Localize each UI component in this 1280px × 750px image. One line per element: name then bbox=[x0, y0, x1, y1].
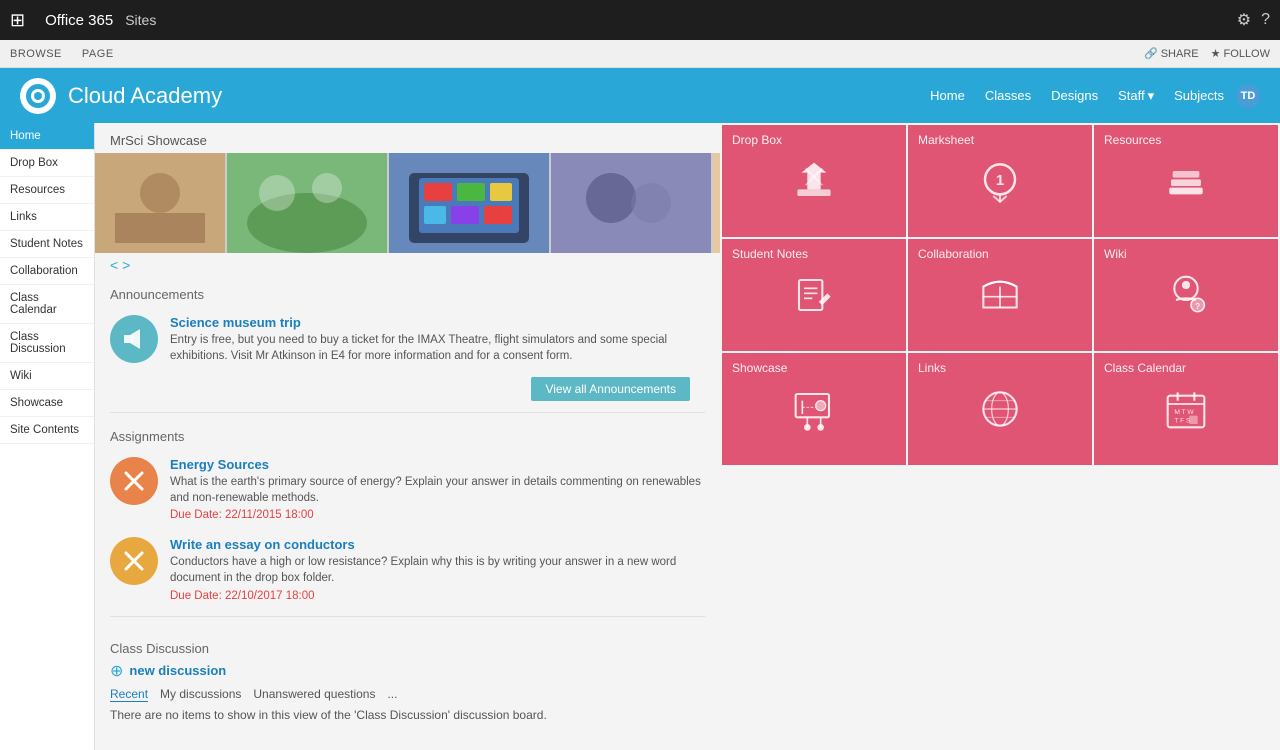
nav-avatar[interactable]: TD bbox=[1236, 84, 1260, 108]
view-all-announcements-button[interactable]: View all Announcements bbox=[531, 377, 690, 401]
right-panel: Drop Box Marksheet 1 Resources bbox=[720, 123, 1280, 750]
site-header: Cloud Academy Home Classes Designs Staff… bbox=[0, 68, 1280, 123]
tile-student-notes[interactable]: Student Notes bbox=[722, 239, 906, 351]
help-icon[interactable]: ? bbox=[1261, 11, 1270, 29]
announcement-text: Entry is free, but you need to buy a tic… bbox=[170, 332, 705, 364]
assignment-item-1: Energy Sources What is the earth's prima… bbox=[95, 449, 720, 529]
sidebar-item-wiki[interactable]: Wiki bbox=[0, 363, 94, 390]
assignment-icon-2 bbox=[110, 537, 158, 585]
carousel-nav[interactable]: < > bbox=[95, 253, 720, 277]
discussion-tab-unanswered[interactable]: Unanswered questions bbox=[253, 687, 375, 702]
ribbon-browse[interactable]: BROWSE bbox=[10, 48, 62, 60]
nav-classes[interactable]: Classes bbox=[977, 84, 1039, 107]
site-title: Cloud Academy bbox=[68, 83, 222, 109]
announcements-header: Announcements bbox=[95, 277, 720, 307]
sidebar-item-showcase[interactable]: Showcase bbox=[0, 390, 94, 417]
nav-designs[interactable]: Designs bbox=[1043, 84, 1106, 107]
assignment-content-2: Write an essay on conductors Conductors … bbox=[170, 537, 705, 601]
sidebar-item-class-calendar[interactable]: Class Calendar bbox=[0, 285, 94, 324]
sidebar-item-dropbox[interactable]: Drop Box bbox=[0, 150, 94, 177]
tile-class-calendar[interactable]: Class Calendar M T W T F S bbox=[1094, 353, 1278, 465]
tile-marksheet[interactable]: Marksheet 1 bbox=[908, 125, 1092, 237]
assignments-header: Assignments bbox=[95, 419, 720, 449]
discussion-tab-recent[interactable]: Recent bbox=[110, 687, 148, 702]
ribbon-right: 🔗 SHARE ★ FOLLOW bbox=[1144, 47, 1270, 60]
showcase-header: MrSci Showcase bbox=[95, 123, 720, 153]
top-bar-left: ⊞ Office 365 Sites bbox=[10, 10, 156, 31]
sidebar: Home Drop Box Resources Links Student No… bbox=[0, 123, 95, 750]
svg-text:M T W: M T W bbox=[1174, 409, 1194, 416]
ribbon-follow[interactable]: ★ FOLLOW bbox=[1211, 47, 1270, 60]
tile-links[interactable]: Links bbox=[908, 353, 1092, 465]
discussion-section: Class Discussion ⊕ new discussion Recent… bbox=[95, 623, 720, 730]
carousel-prev[interactable]: < bbox=[110, 257, 118, 273]
assignment-due-2: Due Date: 22/10/2017 18:00 bbox=[170, 590, 705, 602]
ribbon-share[interactable]: 🔗 SHARE bbox=[1144, 47, 1199, 60]
carousel-next[interactable]: > bbox=[122, 257, 130, 273]
office365-link[interactable]: Office 365 bbox=[45, 12, 113, 29]
settings-icon[interactable]: ⚙ bbox=[1237, 10, 1251, 30]
tile-resources[interactable]: Resources bbox=[1094, 125, 1278, 237]
nav-staff[interactable]: Staff ▾ bbox=[1110, 84, 1162, 108]
sidebar-item-student-notes[interactable]: Student Notes bbox=[0, 231, 94, 258]
sidebar-item-home[interactable]: Home bbox=[0, 123, 94, 150]
assignment-icon-1 bbox=[110, 457, 158, 505]
tile-wiki[interactable]: Wiki ? bbox=[1094, 239, 1278, 351]
discussion-tabs: Recent My discussions Unanswered questio… bbox=[110, 687, 705, 702]
main-content: MrSci Showcase bbox=[95, 123, 720, 750]
top-bar: ⊞ Office 365 Sites ⚙ ? bbox=[0, 0, 1280, 40]
assignment-text-2: Conductors have a high or low resistance… bbox=[170, 554, 705, 586]
divider1 bbox=[110, 412, 705, 413]
discussion-empty-message: There are no items to show in this view … bbox=[110, 708, 705, 722]
discussion-title-row: ⊕ new discussion bbox=[110, 661, 705, 681]
new-discussion-label[interactable]: new discussion bbox=[129, 663, 226, 678]
ribbon-page[interactable]: PAGE bbox=[82, 48, 114, 60]
assignment-title-2[interactable]: Write an essay on conductors bbox=[170, 537, 705, 552]
svg-text:T F S: T F S bbox=[1174, 417, 1191, 424]
new-discussion-add-icon[interactable]: ⊕ bbox=[110, 661, 123, 681]
sidebar-item-class-discussion[interactable]: Class Discussion bbox=[0, 324, 94, 363]
assignment-title-1[interactable]: Energy Sources bbox=[170, 457, 705, 472]
sidebar-item-site-contents[interactable]: Site Contents bbox=[0, 417, 94, 444]
site-header-left: Cloud Academy bbox=[20, 78, 222, 114]
announcement-item: Science museum trip Entry is free, but y… bbox=[95, 307, 720, 372]
nav-subjects[interactable]: Subjects bbox=[1166, 84, 1232, 107]
announcement-title[interactable]: Science museum trip bbox=[170, 315, 705, 330]
discussion-tab-more[interactable]: ... bbox=[387, 687, 397, 702]
tile-dropbox[interactable]: Drop Box bbox=[722, 125, 906, 237]
sites-link[interactable]: Sites bbox=[125, 12, 156, 28]
discussion-section-header: Class Discussion bbox=[110, 631, 705, 661]
sidebar-item-resources[interactable]: Resources bbox=[0, 177, 94, 204]
sidebar-item-collaboration[interactable]: Collaboration bbox=[0, 258, 94, 285]
showcase-carousel[interactable]: "I am not pretty, I am not beautiful, I … bbox=[95, 153, 720, 253]
site-nav: Home Classes Designs Staff ▾ Subjects TD bbox=[922, 84, 1260, 108]
ribbon: BROWSE PAGE 🔗 SHARE ★ FOLLOW bbox=[0, 40, 1280, 68]
main-layout: Home Drop Box Resources Links Student No… bbox=[0, 123, 1280, 750]
sidebar-item-links[interactable]: Links bbox=[0, 204, 94, 231]
nav-home[interactable]: Home bbox=[922, 84, 973, 107]
announcement-content: Science museum trip Entry is free, but y… bbox=[170, 315, 705, 364]
assignment-content-1: Energy Sources What is the earth's prima… bbox=[170, 457, 705, 521]
tile-showcase[interactable]: Showcase bbox=[722, 353, 906, 465]
assignment-due-1: Due Date: 22/11/2015 18:00 bbox=[170, 509, 705, 521]
svg-text:?: ? bbox=[1195, 301, 1200, 311]
discussion-tab-my[interactable]: My discussions bbox=[160, 687, 241, 702]
announcement-icon bbox=[110, 315, 158, 363]
tile-collaboration[interactable]: Collaboration bbox=[908, 239, 1092, 351]
assignment-text-1: What is the earth's primary source of en… bbox=[170, 474, 705, 506]
svg-text:1: 1 bbox=[996, 172, 1004, 189]
divider2 bbox=[110, 616, 705, 617]
assignment-item-2: Write an essay on conductors Conductors … bbox=[95, 529, 720, 609]
site-logo bbox=[20, 78, 56, 114]
waffle-icon[interactable]: ⊞ bbox=[10, 10, 25, 31]
top-bar-right: ⚙ ? bbox=[1237, 10, 1270, 30]
